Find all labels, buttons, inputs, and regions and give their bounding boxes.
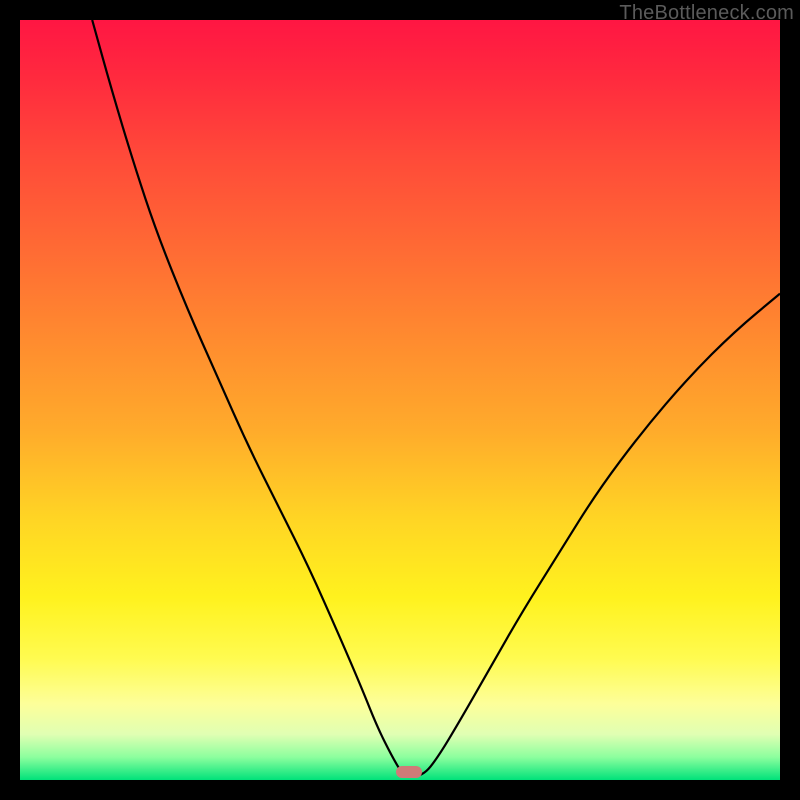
minimum-marker <box>396 766 422 778</box>
bottleneck-curve <box>20 20 780 780</box>
curve-path <box>92 20 780 776</box>
chart-frame: TheBottleneck.com <box>0 0 800 800</box>
watermark-text: TheBottleneck.com <box>619 2 794 25</box>
